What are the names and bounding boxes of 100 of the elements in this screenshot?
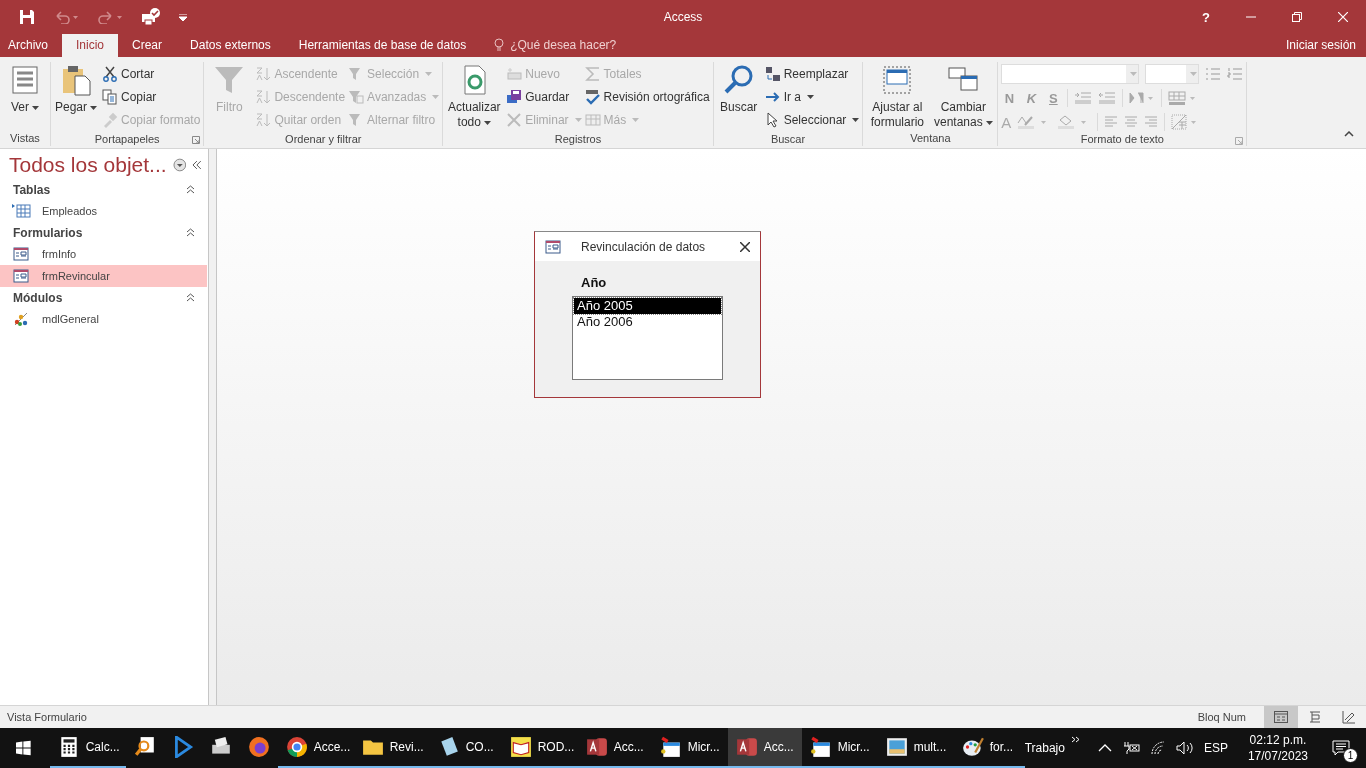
book-icon xyxy=(509,736,532,758)
taskbar-button[interactable]: CO... xyxy=(429,728,502,768)
wifi-icon[interactable] xyxy=(1149,741,1166,755)
ribbon-button[interactable]: Actualizar todo xyxy=(446,62,503,131)
ribbon-tab[interactable]: Datos externos xyxy=(176,34,285,57)
help-button[interactable]: ? xyxy=(1202,9,1210,25)
ribbon-button[interactable]: Cambiar ventanas xyxy=(932,62,995,130)
caret-icon xyxy=(432,94,440,99)
form-icon xyxy=(10,268,32,284)
taskbar-button[interactable]: for... xyxy=(953,728,1025,768)
toolbar-label[interactable]: Trabajo xyxy=(1024,741,1065,755)
ribbon-button[interactable]: Guardar xyxy=(506,85,582,108)
windows-logo-icon[interactable] xyxy=(16,740,31,756)
dialog-launcher-icon[interactable] xyxy=(192,136,201,144)
ribbon-button[interactable]: Ajustar al formulario xyxy=(866,62,929,130)
ribbon-button[interactable]: Ver xyxy=(3,62,47,130)
group-label: Buscar xyxy=(770,132,806,145)
ribbon-button[interactable]: Seleccionar xyxy=(764,108,860,131)
navigation-pane-title[interactable]: Todos los objet... xyxy=(9,153,167,177)
form-icon xyxy=(10,246,32,262)
ribbon-button[interactable]: Pegar xyxy=(54,62,98,131)
taskbar-button[interactable]: Micr... xyxy=(651,728,728,768)
collapse-icon xyxy=(186,185,195,194)
taskbar-button[interactable]: Calc... xyxy=(49,728,126,768)
ribbon-button[interactable]: Reemplazar xyxy=(764,62,860,85)
customize-menu-icon[interactable] xyxy=(179,13,187,21)
brush-icon xyxy=(102,111,118,128)
nav-item[interactable]: frmRevincular xyxy=(0,265,207,287)
ribbon-tab[interactable]: Herramientas de base de datos xyxy=(284,34,481,57)
sign-in-link[interactable]: Iniciar sesión xyxy=(1285,38,1366,57)
caret-icon xyxy=(985,120,993,125)
ribbon-button[interactable]: Ir a xyxy=(764,85,860,108)
nav-section-header[interactable]: Módulos xyxy=(0,287,208,308)
picture-icon xyxy=(885,736,908,758)
ribbon-tab[interactable]: Crear xyxy=(118,34,177,57)
nav-item[interactable]: Empleados xyxy=(0,200,207,222)
taskbar-button[interactable]: Revi... xyxy=(353,728,430,768)
lightbulb-icon xyxy=(494,38,505,52)
ribbon-button[interactable]: Buscar xyxy=(716,62,761,131)
print-check-icon[interactable] xyxy=(141,8,161,26)
close-icon[interactable] xyxy=(740,241,750,252)
caret-icon xyxy=(807,94,814,99)
save-icon xyxy=(506,88,523,105)
ribbon-button[interactable]: Revisión ortográfica xyxy=(584,85,710,108)
taskbar-button[interactable]: Micr... xyxy=(801,728,878,768)
database-icon xyxy=(735,736,758,758)
notification-count: 1 xyxy=(1343,748,1358,763)
form-title: Revinculación de datos xyxy=(581,239,707,254)
ribbon-button[interactable]: Copiar xyxy=(102,85,201,108)
ribbon-tab[interactable]: Archivo xyxy=(0,34,62,57)
clock[interactable]: 02:12 p.m. 17/07/2023 xyxy=(1247,732,1308,764)
taskbar-button[interactable]: mult... xyxy=(877,728,954,768)
font-size-field[interactable] xyxy=(1145,64,1200,84)
form-view-icon[interactable] xyxy=(1264,706,1298,728)
collapse-ribbon-icon[interactable] xyxy=(1344,131,1354,137)
scissors-icon xyxy=(102,65,118,82)
chevron-up-icon[interactable] xyxy=(1097,744,1112,752)
notification-icon[interactable] xyxy=(1332,740,1350,756)
nav-section-header[interactable]: Formularios xyxy=(0,222,208,243)
list-option[interactable]: Año 2005 xyxy=(574,298,721,314)
double-chevron-icon[interactable] xyxy=(1070,735,1080,743)
more-icon xyxy=(584,111,601,128)
taskbar-button[interactable]: Acc... xyxy=(577,728,652,768)
caret-icon xyxy=(32,105,39,110)
nav-item[interactable]: mdlGeneral xyxy=(0,308,207,330)
collapse-icon xyxy=(186,228,195,237)
spellcheck-icon xyxy=(584,88,601,105)
ribbon-tab[interactable]: Inicio xyxy=(62,34,119,57)
group-label: Formato de texto xyxy=(1080,133,1164,145)
dropdown-circle-icon[interactable] xyxy=(172,158,187,172)
tell-me-search[interactable]: ¿Qué desea hacer? xyxy=(510,38,617,52)
group-label: Ordenar y filtrar xyxy=(285,132,362,145)
ribbon-button[interactable]: Cortar xyxy=(102,62,201,85)
caret-icon xyxy=(425,71,433,76)
group-label: Ventana xyxy=(910,132,951,144)
caret-icon xyxy=(90,105,97,110)
caret-icon xyxy=(1190,72,1198,76)
restore-icon[interactable] xyxy=(1292,12,1302,22)
taskbar-button[interactable]: Acce... xyxy=(277,728,354,768)
group-label: Vistas xyxy=(10,132,40,144)
copy-icon xyxy=(102,88,118,105)
sigma-icon xyxy=(584,65,601,82)
speaker-icon[interactable] xyxy=(1175,741,1194,755)
status-text: Vista Formulario xyxy=(6,711,88,723)
list-option[interactable]: Año 2006 xyxy=(574,314,721,330)
font-name-field[interactable] xyxy=(1001,64,1140,84)
language-indicator[interactable]: ESP xyxy=(1203,741,1228,755)
save-icon[interactable] xyxy=(19,9,35,25)
collapse-pane-icon[interactable] xyxy=(192,160,202,170)
nav-item[interactable]: frmInfo xyxy=(0,243,207,265)
paint-icon xyxy=(809,736,832,758)
taskbar-button[interactable]: ROD... xyxy=(501,728,578,768)
group-label: Portapapeles xyxy=(94,132,160,145)
table-icon xyxy=(10,201,32,221)
year-list-box[interactable]: Año 2005 Año 2006 xyxy=(572,296,723,380)
taskbar-button[interactable]: Acc... xyxy=(727,728,802,768)
clear-sort-icon xyxy=(255,111,272,128)
nav-section-header[interactable]: Tablas xyxy=(0,179,208,200)
caret-icon xyxy=(483,120,491,125)
replace-icon xyxy=(764,65,781,82)
